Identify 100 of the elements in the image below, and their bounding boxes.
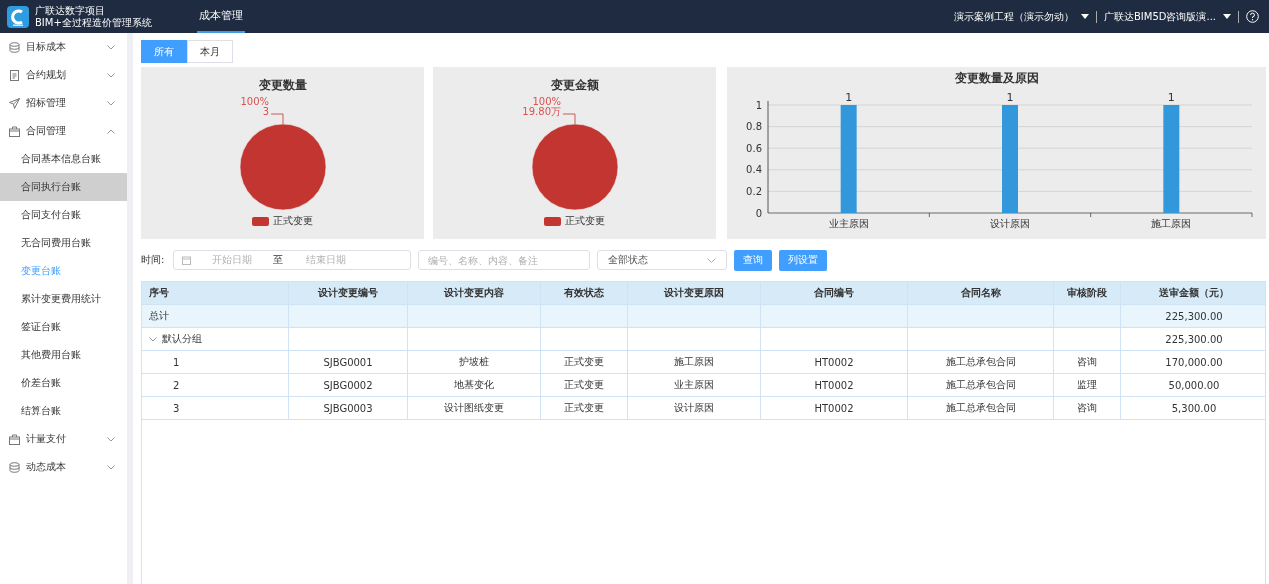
table-cell: SJBG0001	[289, 351, 408, 373]
status-select[interactable]: 全部状态	[597, 250, 728, 270]
sidebar-item[interactable]: 合同支付台账	[0, 201, 127, 229]
table-cell: 正式变更	[541, 374, 628, 396]
sidebar-item[interactable]: 结算台账	[0, 397, 127, 425]
table-cell: 地基变化	[408, 374, 541, 396]
column-header: 设计变更原因	[628, 282, 761, 304]
tick-label: 0.8	[745, 121, 762, 133]
period-tab[interactable]: 本月	[187, 40, 233, 63]
chart-title: 变更数量	[258, 77, 307, 94]
table-cell-text: 50,000.00	[1167, 378, 1221, 393]
table-cell: 施工总承包合同	[908, 351, 1054, 373]
briefcase-icon	[9, 433, 20, 445]
legend-label: 正式变更	[565, 214, 605, 228]
column-header: 合同编号	[761, 282, 908, 304]
time-label: 时间:	[141, 253, 165, 267]
database-icon	[9, 461, 20, 473]
legend-label: 正式变更	[273, 214, 313, 228]
value-label: 100%	[531, 96, 561, 107]
search-field[interactable]: 编号、名称、内容、备注	[418, 250, 591, 270]
table-cell: 设计图纸变更	[408, 397, 541, 419]
value-label: 19.80万	[521, 106, 561, 117]
date-range-field[interactable]: 开始日期 至 结束日期	[173, 250, 412, 270]
sidebar-group[interactable]: 计量支付	[0, 425, 127, 453]
table-cell: 护坡桩	[408, 351, 541, 373]
table-cell: 施工原因	[628, 351, 761, 373]
data-label: 1	[1167, 91, 1175, 104]
nav-tab[interactable]: 成本管理	[197, 0, 245, 33]
app-subtitle: BIM+全过程造价管理系统	[35, 16, 152, 29]
leader-line	[562, 113, 575, 125]
start-date-placeholder: 开始日期	[211, 253, 254, 267]
table-cell: 2	[142, 374, 289, 396]
table-cell: 业主原因	[628, 374, 761, 396]
table-cell: 施工总承包合同	[908, 374, 1054, 396]
app-name: 广联达数字项目	[35, 4, 106, 17]
caret-icon	[1080, 14, 1089, 19]
table-cell: 1	[142, 351, 289, 373]
sidebar-item[interactable]: 合同基本信息台账	[0, 145, 127, 173]
table-cell: SJBG0002	[289, 374, 408, 396]
tick-label: 1	[755, 99, 762, 111]
legend-swatch	[252, 216, 269, 226]
document-icon	[9, 69, 20, 81]
table-cell: HT0002	[761, 397, 908, 419]
column-header: 审核阶段	[1054, 282, 1121, 304]
legend-swatch	[544, 216, 561, 226]
sidebar-group[interactable]: 合同管理	[0, 117, 127, 145]
table-cell-text: 225,300.00	[1164, 309, 1224, 324]
table-cell: 正式变更	[541, 351, 628, 373]
table-cell: SJBG0003	[289, 397, 408, 419]
range-separator: 至	[273, 253, 285, 267]
chart-title: 变更数量及原因	[954, 70, 1039, 87]
sidebar-group[interactable]: 动态成本	[0, 453, 127, 481]
tick-label: 0.2	[745, 185, 762, 197]
sidebar-item[interactable]: 无合同费用台账	[0, 229, 127, 257]
value-label: 100%	[239, 96, 269, 107]
leader-line	[270, 113, 283, 125]
table-cell: 咨询	[1054, 351, 1121, 373]
sidebar-item[interactable]: 签证台账	[0, 313, 127, 341]
column-header: 送审金额（元）	[1158, 286, 1230, 300]
table-cell: HT0002	[761, 351, 908, 373]
table-cell: HT0002	[761, 374, 908, 396]
briefcase-icon	[9, 125, 20, 137]
table-cell: 施工总承包合同	[908, 397, 1054, 419]
value-label: 3	[262, 106, 269, 117]
chevron-icon[interactable]	[149, 336, 157, 342]
column-header: 设计变更内容	[408, 282, 541, 304]
data-label: 1	[844, 91, 852, 104]
tick-label: 0.4	[745, 164, 762, 176]
table-cell-text: 225,300.00	[1164, 332, 1224, 347]
table-cell-text: 170,000.00	[1164, 355, 1224, 370]
sidebar-group[interactable]: 招标管理	[0, 89, 127, 117]
column-header: 有效状态	[541, 282, 628, 304]
send-icon	[9, 97, 20, 109]
end-date-placeholder: 结束日期	[305, 253, 348, 267]
sidebar-group[interactable]: 合约规划	[0, 61, 127, 89]
tick-label: 0	[755, 207, 762, 219]
caret-icon	[1223, 14, 1231, 19]
table-cell: 监理	[1054, 374, 1121, 396]
category-label: 施工原因	[1150, 218, 1191, 229]
chart-title: 变更金额	[550, 77, 599, 94]
help-icon[interactable]	[1246, 10, 1259, 23]
sidebar-item[interactable]: 价差台账	[0, 369, 127, 397]
group-label: 默认分组	[162, 332, 202, 346]
sidebar-item[interactable]: 其他费用台账	[0, 341, 127, 369]
chevron-icon	[707, 257, 717, 263]
org-selector[interactable]: 广联达BIM5D咨询版演...	[1103, 9, 1216, 24]
table-cell: 设计原因	[628, 397, 761, 419]
table-cell-text: 5,300.00	[1170, 401, 1218, 416]
database-icon	[9, 41, 20, 53]
sidebar-item[interactable]: 合同执行台账	[0, 173, 127, 201]
sidebar-item[interactable]: 累计变更费用统计	[0, 285, 127, 313]
data-label: 1	[1006, 91, 1013, 104]
table-cell: 3	[142, 397, 289, 419]
column-header: 设计变更编号	[289, 282, 408, 304]
calendar-icon	[182, 255, 192, 265]
project-selector[interactable]: 演示案例工程（演示勿动）	[953, 9, 1074, 24]
table-cell: 总计	[142, 305, 289, 327]
sidebar-group[interactable]: 目标成本	[0, 33, 127, 61]
tick-label: 0.6	[745, 142, 762, 154]
logo-icon	[7, 5, 29, 28]
